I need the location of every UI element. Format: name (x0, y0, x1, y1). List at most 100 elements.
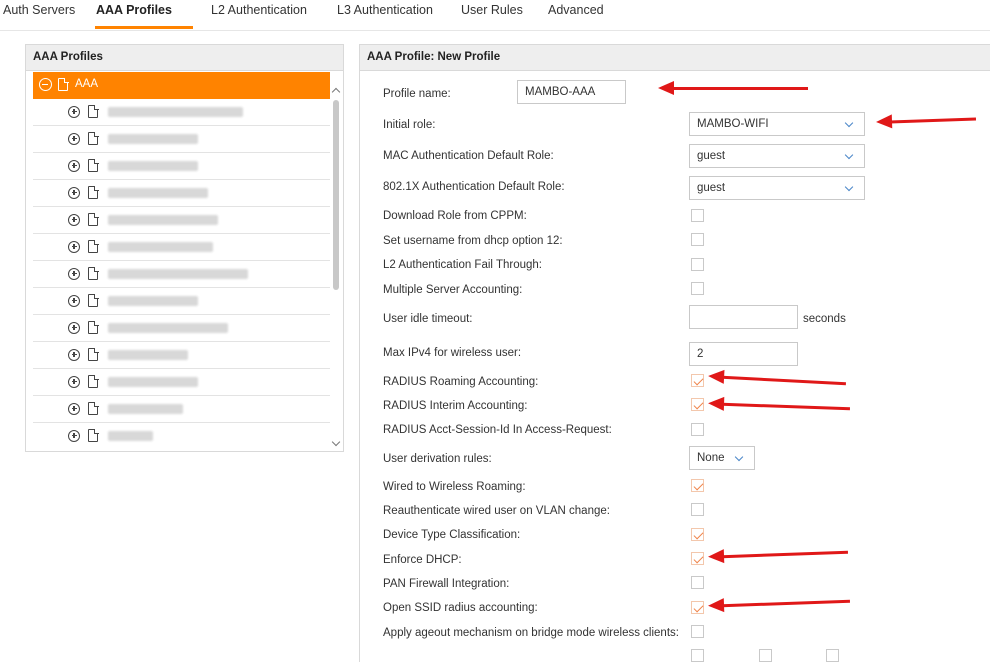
set-username-checkbox[interactable] (691, 233, 704, 246)
expand-icon[interactable] (68, 349, 80, 361)
radius-roaming-checkbox[interactable] (691, 374, 704, 387)
tree-item[interactable] (33, 288, 330, 315)
radius-interim-checkbox[interactable] (691, 398, 704, 411)
expand-icon[interactable] (68, 268, 80, 280)
tab-user-rules[interactable]: User Rules (461, 3, 523, 17)
device-type-label: Device Type Classification: (383, 529, 521, 541)
document-icon (88, 212, 99, 226)
dot1x-role-label: 802.1X Authentication Default Role: (383, 181, 565, 193)
redacted-profile-name (108, 296, 198, 306)
initial-role-select[interactable]: MAMBO-WIFI (689, 112, 865, 136)
mac-role-value: guest (697, 150, 726, 162)
device-type-checkbox[interactable] (691, 528, 704, 541)
profile-name-input[interactable]: MAMBO-AAA (517, 80, 626, 104)
document-icon (88, 401, 99, 415)
max-ipv4-input[interactable]: 2 (689, 342, 798, 366)
tree-item[interactable] (33, 261, 330, 288)
redacted-profile-name (108, 404, 183, 414)
tree-root-label: AAA (75, 78, 99, 90)
tree-item[interactable] (33, 423, 330, 450)
download-role-checkbox[interactable] (691, 209, 704, 222)
expand-icon[interactable] (68, 403, 80, 415)
tree-item[interactable] (33, 396, 330, 423)
mac-role-select[interactable]: guest (689, 144, 865, 168)
tree-item[interactable] (33, 126, 330, 153)
enforce-dhcp-checkbox[interactable] (691, 552, 704, 565)
expand-icon[interactable] (68, 187, 80, 199)
chevron-down-icon (844, 118, 854, 128)
dot1x-role-select[interactable]: guest (689, 176, 865, 200)
expand-icon[interactable] (68, 376, 80, 388)
document-icon (88, 185, 99, 199)
expand-icon[interactable] (68, 295, 80, 307)
document-icon (88, 374, 99, 388)
collapse-icon[interactable] (39, 78, 52, 91)
radius-interim-label: RADIUS Interim Accounting: (383, 400, 528, 412)
document-icon (88, 266, 99, 280)
redacted-profile-name (108, 431, 153, 441)
tree-item[interactable] (33, 180, 330, 207)
reauth-wired-checkbox[interactable] (691, 503, 704, 516)
document-icon (88, 158, 99, 172)
document-icon (88, 104, 99, 118)
aaa-profiles-header: AAA Profiles (26, 45, 343, 71)
chevron-down-icon[interactable] (331, 437, 341, 447)
profile-form-header: AAA Profile: New Profile (360, 45, 990, 71)
chevron-down-icon (734, 452, 744, 462)
tree-item[interactable] (33, 153, 330, 180)
ageout-label: Apply ageout mechanism on bridge mode wi… (383, 627, 679, 639)
l2-fail-through-label: L2 Authentication Fail Through: (383, 259, 542, 271)
tab-aaa-profiles[interactable]: AAA Profiles (96, 3, 172, 17)
download-role-label: Download Role from CPPM: (383, 210, 527, 222)
redacted-profile-name (108, 350, 188, 360)
tree-root-aaa[interactable]: AAA (33, 72, 330, 99)
set-username-label: Set username from dhcp option 12: (383, 235, 563, 247)
expand-icon[interactable] (68, 430, 80, 442)
acct-session-id-checkbox[interactable] (691, 423, 704, 436)
annotation-arrow (658, 81, 808, 95)
max-ipv4-label: Max IPv4 for wireless user: (383, 347, 522, 359)
document-icon (88, 131, 99, 145)
tree-scrollbar[interactable] (330, 72, 343, 451)
l2-fail-through-checkbox[interactable] (691, 258, 704, 271)
scroll-thumb[interactable] (333, 100, 339, 290)
idle-timeout-input[interactable] (689, 305, 798, 329)
next-row-checkbox[interactable] (826, 649, 839, 662)
tab-advanced[interactable]: Advanced (548, 3, 604, 17)
wired-roaming-checkbox[interactable] (691, 479, 704, 492)
tab-auth-servers[interactable]: Auth Servers (3, 3, 75, 17)
document-icon (88, 347, 99, 361)
chevron-up-icon[interactable] (331, 87, 341, 97)
redacted-profile-name (108, 134, 198, 144)
tree-item[interactable] (33, 234, 330, 261)
multi-server-acct-checkbox[interactable] (691, 282, 704, 295)
redacted-profile-name (108, 107, 243, 117)
derivation-rules-label: User derivation rules: (383, 453, 492, 465)
document-icon (88, 428, 99, 442)
expand-icon[interactable] (68, 133, 80, 145)
acct-session-id-label: RADIUS Acct-Session-Id In Access-Request… (383, 424, 612, 436)
tree-item[interactable] (33, 342, 330, 369)
pan-firewall-checkbox[interactable] (691, 576, 704, 589)
ageout-checkbox[interactable] (691, 625, 704, 638)
tab-l3-authentication[interactable]: L3 Authentication (337, 3, 433, 17)
derivation-rules-select[interactable]: None (689, 446, 755, 470)
expand-icon[interactable] (68, 241, 80, 253)
next-row-checkbox[interactable] (691, 649, 704, 662)
document-icon (88, 239, 99, 253)
next-row-checkbox[interactable] (759, 649, 772, 662)
tab-l2-authentication[interactable]: L2 Authentication (211, 3, 307, 17)
expand-icon[interactable] (68, 214, 80, 226)
expand-icon[interactable] (68, 322, 80, 334)
open-ssid-acct-checkbox[interactable] (691, 601, 704, 614)
expand-icon[interactable] (68, 160, 80, 172)
pan-firewall-label: PAN Firewall Integration: (383, 578, 510, 590)
expand-icon[interactable] (68, 106, 80, 118)
tree-item[interactable] (33, 207, 330, 234)
tree-item[interactable] (33, 369, 330, 396)
open-ssid-acct-label: Open SSID radius accounting: (383, 602, 538, 614)
tree-item[interactable] (33, 99, 330, 126)
tree-item[interactable] (33, 315, 330, 342)
redacted-profile-name (108, 323, 228, 333)
chevron-down-icon (844, 150, 854, 160)
